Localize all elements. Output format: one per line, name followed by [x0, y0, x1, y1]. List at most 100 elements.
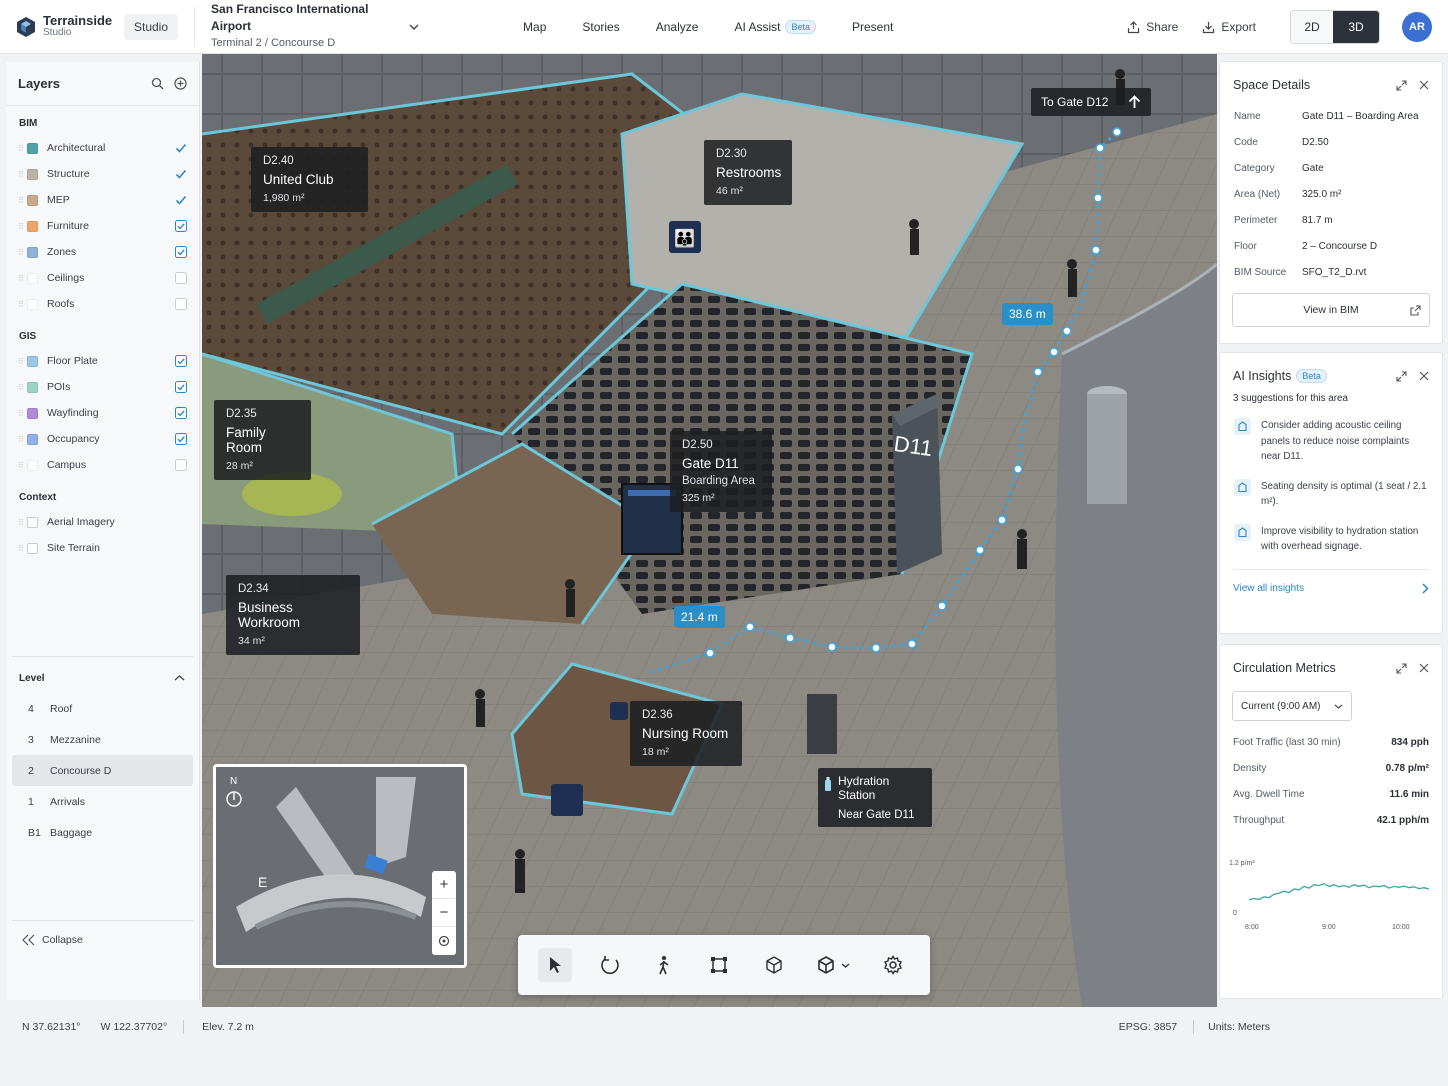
drag-handle-icon[interactable]: ⠿: [18, 274, 24, 283]
level-header[interactable]: Level: [6, 666, 199, 690]
nav-map[interactable]: Map: [523, 20, 546, 34]
checkmark-icon[interactable]: [175, 194, 187, 206]
export-button[interactable]: Export: [1202, 20, 1256, 34]
settings-tool[interactable]: [876, 948, 910, 982]
nav-present[interactable]: Present: [852, 20, 893, 34]
view-in-bim-button[interactable]: View in BIM: [1232, 293, 1430, 327]
layer-row[interactable]: ⠿ Furniture: [6, 213, 199, 239]
layer-row[interactable]: ⠿ POIs: [6, 374, 199, 400]
map-viewport[interactable]: D11 👪 D2.40 United Club 1,980 m² D2.30 R…: [202, 54, 1217, 1007]
nav-stories[interactable]: Stories: [582, 20, 619, 34]
checkbox-checked-icon[interactable]: [175, 407, 187, 419]
layer-checkbox[interactable]: [27, 542, 38, 554]
view-2d-button[interactable]: 2D: [1291, 11, 1333, 43]
layer-row[interactable]: ⠿ Floor Plate: [6, 348, 199, 374]
drag-handle-icon[interactable]: ⠿: [18, 248, 24, 257]
drag-handle-icon[interactable]: ⠿: [18, 518, 24, 527]
model-tool-dropdown[interactable]: [811, 948, 855, 982]
checkbox-checked-icon[interactable]: [175, 433, 187, 445]
layer-row[interactable]: ⠿ Architectural: [6, 135, 199, 161]
checkbox-checked-icon[interactable]: [175, 381, 187, 393]
layer-row[interactable]: ⠿ Ceilings: [6, 265, 199, 291]
level-item[interactable]: 4 Roof: [6, 693, 199, 724]
drag-handle-icon[interactable]: ⠿: [18, 144, 24, 153]
collapse-button[interactable]: Collapse: [22, 934, 83, 946]
search-icon[interactable]: [151, 77, 164, 90]
area-tool[interactable]: [702, 948, 736, 982]
space-label-gate-d11[interactable]: D2.50 Gate D11 Boarding Area 325 m²: [670, 431, 772, 512]
section-tool[interactable]: [757, 948, 791, 982]
checkbox-empty-icon[interactable]: [175, 298, 187, 310]
layer-row[interactable]: ⠿ Roofs: [6, 291, 199, 317]
layer-row[interactable]: ⠿ Wayfinding: [6, 400, 199, 426]
space-label-family-room[interactable]: D2.35 Family Room 28 m²: [214, 400, 311, 480]
layer-row[interactable]: ⠿ Occupancy: [6, 426, 199, 452]
drag-handle-icon[interactable]: ⠿: [18, 409, 24, 418]
insight-item[interactable]: Improve visibility to hydration station …: [1220, 523, 1442, 555]
layer-checkbox[interactable]: [27, 516, 38, 528]
workspace-button[interactable]: Studio: [124, 13, 179, 40]
drag-handle-icon[interactable]: ⠿: [18, 461, 24, 470]
nursing-poi-marker[interactable]: [610, 702, 628, 720]
layer-row[interactable]: ⠿ Zones: [6, 239, 199, 265]
zoom-in-button[interactable]: +: [432, 871, 456, 899]
close-icon[interactable]: [1419, 663, 1429, 673]
layer-row[interactable]: ⠿ Site Terrain: [6, 535, 199, 561]
checkbox-empty-icon[interactable]: [175, 272, 187, 284]
close-icon[interactable]: [1419, 371, 1429, 381]
expand-icon[interactable]: [1396, 79, 1407, 91]
chevron-up-icon[interactable]: [174, 673, 185, 684]
drag-handle-icon[interactable]: ⠿: [18, 196, 24, 205]
view-3d-button[interactable]: 3D: [1333, 11, 1379, 43]
checkbox-checked-icon[interactable]: [175, 246, 187, 258]
insight-item[interactable]: Consider adding acoustic ceiling panels …: [1220, 418, 1442, 465]
space-label-business-workroom[interactable]: D2.34 Business Workroom 34 m²: [226, 575, 360, 655]
drag-handle-icon[interactable]: ⠿: [18, 170, 24, 179]
drag-handle-icon[interactable]: ⠿: [18, 300, 24, 309]
level-item[interactable]: 2 Concourse D: [12, 755, 193, 786]
insight-item[interactable]: Seating density is optimal (1 seat / 2.1…: [1220, 478, 1442, 510]
layer-row[interactable]: ⠿ Aerial Imagery: [6, 509, 199, 535]
space-label-united-club[interactable]: D2.40 United Club 1,980 m²: [251, 147, 368, 212]
drag-handle-icon[interactable]: ⠿: [18, 544, 24, 553]
checkmark-icon[interactable]: [175, 168, 187, 180]
level-item[interactable]: 1 Arrivals: [6, 786, 199, 817]
poi-label-hydration-station[interactable]: Hydration Station Near Gate D11: [818, 768, 932, 827]
nav-analyze[interactable]: Analyze: [656, 20, 699, 34]
close-icon[interactable]: [1419, 80, 1429, 90]
layer-row[interactable]: ⠿ MEP: [6, 187, 199, 213]
checkbox-checked-icon[interactable]: [175, 220, 187, 232]
drag-handle-icon[interactable]: ⠿: [18, 383, 24, 392]
nursing-marker[interactable]: [551, 784, 583, 816]
add-layer-icon[interactable]: [174, 77, 187, 90]
level-item[interactable]: B1 Baggage: [6, 817, 199, 848]
view-all-insights-link[interactable]: View all insights: [1233, 568, 1429, 594]
drag-handle-icon[interactable]: ⠿: [18, 222, 24, 231]
zoom-out-button[interactable]: −: [432, 899, 456, 927]
checkbox-empty-icon[interactable]: [175, 459, 187, 471]
checkmark-icon[interactable]: [175, 142, 187, 154]
expand-icon[interactable]: [1396, 662, 1407, 674]
nav-ai-assist[interactable]: AI Assist Beta: [734, 19, 816, 34]
level-item[interactable]: 3 Mezzanine: [6, 724, 199, 755]
drag-handle-icon[interactable]: ⠿: [18, 435, 24, 444]
select-tool[interactable]: [538, 948, 573, 982]
drag-handle-icon[interactable]: ⠿: [18, 357, 24, 366]
chevron-down-icon[interactable]: [409, 22, 419, 32]
layer-row[interactable]: ⠿ Structure: [6, 161, 199, 187]
route-destination-label[interactable]: To Gate D12: [1031, 88, 1151, 116]
project-selector[interactable]: San Francisco International Airport Term…: [211, 1, 407, 52]
period-select[interactable]: Current (9:00 AM): [1232, 691, 1352, 721]
walk-tool[interactable]: [647, 948, 681, 982]
share-button[interactable]: Share: [1127, 20, 1178, 34]
layer-row[interactable]: ⠿ Campus: [6, 452, 199, 478]
space-label-nursing-room[interactable]: D2.36 Nursing Room 18 m²: [630, 701, 742, 766]
expand-icon[interactable]: [1396, 370, 1407, 382]
avatar[interactable]: AR: [1402, 12, 1432, 42]
brand[interactable]: Terrainside Studio: [16, 14, 120, 39]
orbit-tool[interactable]: [593, 948, 627, 982]
checkbox-checked-icon[interactable]: [175, 355, 187, 367]
recenter-button[interactable]: [432, 927, 456, 955]
space-label-restrooms[interactable]: D2.30 Restrooms 46 m²: [704, 140, 792, 205]
minimap[interactable]: N E + −: [213, 764, 467, 968]
